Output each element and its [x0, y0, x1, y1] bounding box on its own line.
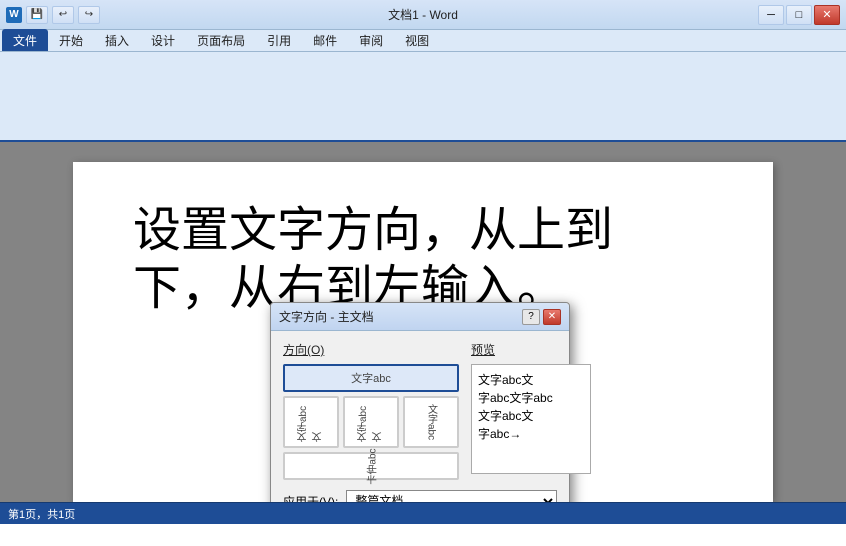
dialog-title-bar: 文字方向 - 主文档 ? ✕ — [271, 303, 569, 331]
apply-select[interactable]: 整篇文档 本节 插入点之后 — [346, 490, 557, 502]
dialog-main-row: 方向(O) 文字abc 文字abc文 文字abc文 — [283, 341, 557, 480]
window-controls: ─ □ ✕ — [758, 5, 840, 25]
direction-horizontal[interactable]: 文字abc — [283, 364, 459, 392]
title-bar-left: W 💾 ↩ ↪ — [6, 6, 100, 24]
direction-bottom[interactable]: 卡仲abc — [283, 452, 459, 480]
direction-vert-1[interactable]: 文字abc文 — [283, 396, 339, 448]
dialog-overlay: 文字方向 - 主文档 ? ✕ 方向(O) 文字abc — [0, 142, 846, 502]
direction-vert-row: 文字abc文 文字abc文 文字abc — [283, 396, 459, 448]
dialog-close-button[interactable]: ✕ — [543, 309, 561, 325]
tab-layout[interactable]: 页面布局 — [186, 29, 256, 51]
direction-vert-2[interactable]: 文字abc文 — [343, 396, 399, 448]
dir-horiz-text: 文字abc — [351, 370, 391, 386]
document-area: 设置文字方向，从上到 下，从右到左输入。 文字方向 - 主文档 ? ✕ 方向(O… — [0, 142, 846, 502]
title-bar: W 💾 ↩ ↪ 文档1 - Word ─ □ ✕ — [0, 0, 846, 30]
window-title: 文档1 - Word — [388, 6, 458, 23]
dialog-title: 文字方向 - 主文档 — [279, 308, 374, 325]
dialog-body: 方向(O) 文字abc 文字abc文 文字abc文 — [271, 331, 569, 502]
direction-section: 方向(O) 文字abc 文字abc文 文字abc文 — [283, 341, 459, 480]
tab-refs[interactable]: 引用 — [256, 29, 302, 51]
dir-bottom-text: 卡仲abc — [364, 448, 379, 484]
apply-row: 应用于(V): 整篇文档 本节 插入点之后 — [283, 490, 557, 502]
preview-section: 预览 文字abc文 字abc文字abc 文字abc文 字abc→ — [471, 341, 591, 480]
direction-label: 方向(O) — [283, 341, 459, 358]
tab-review[interactable]: 审阅 — [348, 29, 394, 51]
maximize-button[interactable]: □ — [786, 5, 812, 25]
save-btn[interactable]: 💾 — [26, 6, 48, 24]
dialog-title-icons: ? ✕ — [522, 309, 561, 325]
preview-box: 文字abc文 字abc文字abc 文字abc文 字abc→ — [471, 364, 591, 474]
minimize-button[interactable]: ─ — [758, 5, 784, 25]
tab-view[interactable]: 视图 — [394, 29, 440, 51]
dialog-help-button[interactable]: ? — [522, 309, 540, 325]
status-text: 第1页，共1页 — [8, 506, 75, 522]
preview-text: 文字abc文 字abc文字abc 文字abc文 字abc→ — [478, 371, 584, 443]
apply-label: 应用于(V): — [283, 493, 338, 503]
tab-insert[interactable]: 插入 — [94, 29, 140, 51]
vert-text-3: 文字abc — [424, 404, 439, 440]
undo-btn[interactable]: ↩ — [52, 6, 74, 24]
vert-text-1: 文字abc文 — [296, 402, 326, 442]
redo-btn[interactable]: ↪ — [78, 6, 100, 24]
direction-vert-3[interactable]: 文字abc — [403, 396, 459, 448]
close-button[interactable]: ✕ — [814, 5, 840, 25]
vert-text-2: 文字abc文 — [356, 402, 386, 442]
tab-file[interactable]: 文件 — [2, 29, 48, 51]
tab-design[interactable]: 设计 — [140, 29, 186, 51]
tab-start[interactable]: 开始 — [48, 29, 94, 51]
tab-mail[interactable]: 邮件 — [302, 29, 348, 51]
ribbon-tabs: 文件 开始 插入 设计 页面布局 引用 邮件 审阅 视图 — [0, 30, 846, 52]
ribbon — [0, 52, 846, 142]
preview-label: 预览 — [471, 341, 591, 358]
text-direction-dialog: 文字方向 - 主文档 ? ✕ 方向(O) 文字abc — [270, 302, 570, 502]
status-bar: 第1页，共1页 — [0, 502, 846, 524]
word-icon: W — [6, 7, 22, 23]
